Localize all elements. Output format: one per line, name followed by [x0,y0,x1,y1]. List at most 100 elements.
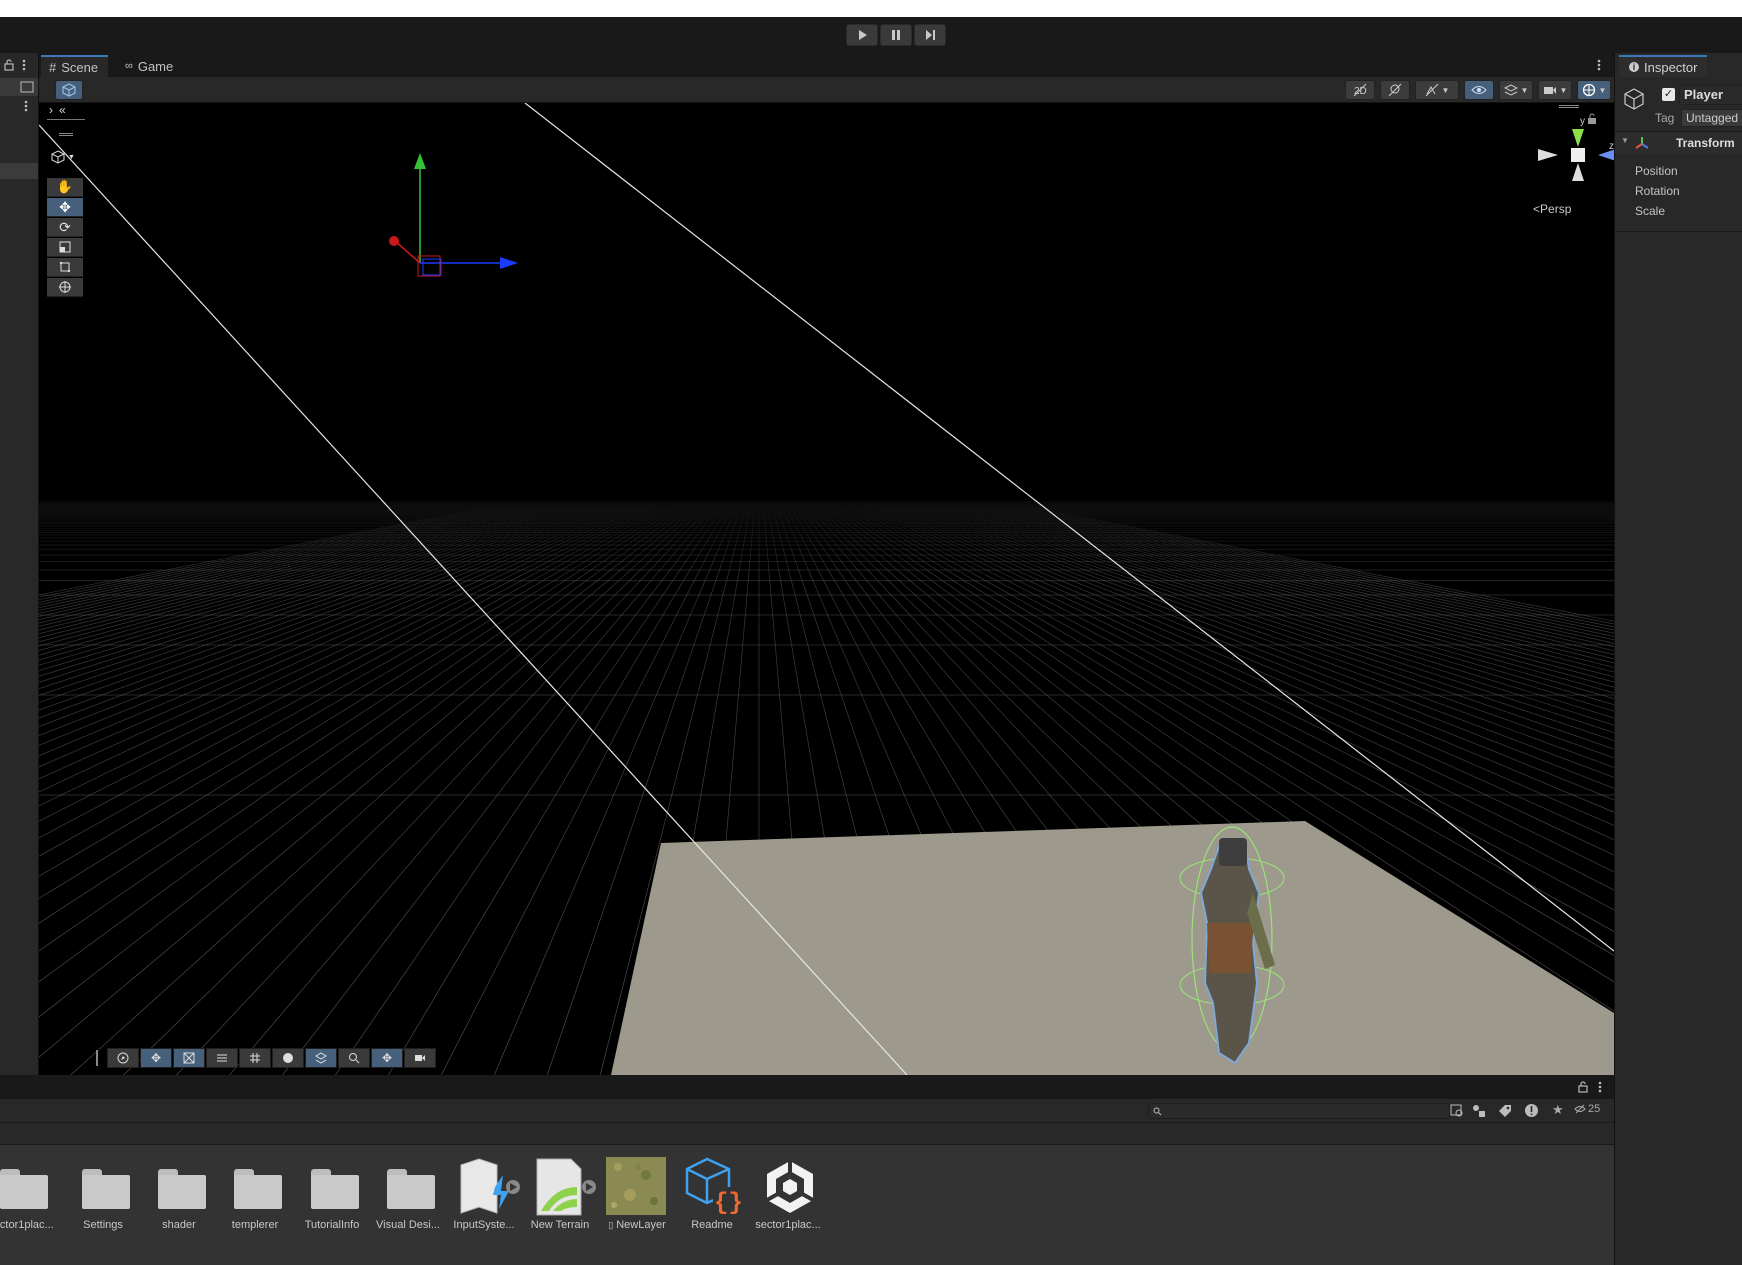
move-tool[interactable]: ✥ [47,198,83,217]
lock-icon[interactable] [4,59,14,71]
cube-icon [62,83,76,97]
tab-inspector[interactable]: i Inspector [1619,55,1708,77]
tool-settings-dropdown[interactable]: ▼ [51,149,81,165]
filter-by-label-icon[interactable] [1498,1104,1512,1118]
transform-tool[interactable] [47,278,83,297]
folder-icon [82,1169,130,1209]
gameobject-icon [1624,88,1644,110]
tab-game[interactable]: ∞ Game [117,55,183,77]
bottom-toolbar-handle[interactable] [96,1050,98,1066]
svg-text:{}: {} [714,1190,743,1217]
scale-icon [59,241,71,253]
axis-label-y: y [1580,116,1585,127]
orientation-gizmo[interactable]: y z [1528,111,1614,197]
view-mode-button[interactable] [55,80,83,100]
hand-tool[interactable]: ✋ [47,178,83,197]
layers-dropdown-button[interactable]: ▼ [1499,80,1533,100]
main-toolbar [0,17,1742,53]
folder-icon [0,1169,48,1209]
transform-header[interactable]: ▼ Transform [1615,132,1742,154]
tab-scene[interactable]: # Scene [41,55,109,77]
overlay-divider [47,119,85,120]
lock-icon[interactable] [1578,1081,1588,1093]
chevron-down-icon: ▼ [1559,85,1568,95]
filter-by-type-icon[interactable] [1472,1104,1486,1118]
asset-input-actions[interactable]: InputSyste... [449,1157,520,1233]
shading-tool[interactable] [272,1048,304,1068]
grid-snap-tool[interactable] [173,1048,205,1068]
chevron-down-icon: ▼ [1520,85,1529,95]
project-search-input[interactable] [1148,1103,1450,1119]
camera-tool[interactable] [404,1048,436,1068]
layers-tool[interactable] [305,1048,337,1068]
tag-dropdown[interactable]: Untagged [1681,109,1742,127]
transform-icon [59,281,71,293]
snap-icon [183,1052,195,1064]
more-menu-icon[interactable] [22,59,26,71]
move-gizmo[interactable] [389,153,518,277]
favorites-star-icon[interactable]: ★ [1552,1102,1564,1118]
scale-tool[interactable] [47,238,83,257]
drag-handle-icon[interactable] [59,133,73,136]
search-icon[interactable] [20,81,34,93]
hierarchy-row-selected[interactable] [0,163,38,179]
camera-dropdown-button[interactable]: ▼ [1538,80,1572,100]
hierarchy-more-icon[interactable] [24,100,28,112]
play-controls [846,24,946,46]
step-button[interactable] [914,24,946,46]
property-scale: Scale [1635,204,1666,218]
zoom-tool[interactable] [338,1048,370,1068]
object-name-field[interactable]: Player [1679,85,1742,105]
chevron-down-icon: ▼ [68,153,75,161]
navigate-tool[interactable] [107,1048,139,1068]
lighting-toggle-button[interactable] [1380,80,1410,100]
pause-button[interactable] [880,24,912,46]
grid-visibility-tool[interactable] [239,1048,271,1068]
asset-terrain[interactable]: New Terrain [525,1157,596,1233]
property-position: Position [1635,164,1678,178]
scene-tab-bar: # Scene ∞ Game [39,53,1614,77]
layers-icon [315,1052,327,1064]
asset-folder[interactable]: TutorialInfo [297,1157,367,1233]
top-bar [0,0,1742,17]
asset-unity-scene[interactable]: sector1plac... [753,1157,823,1233]
toggle-2d-button[interactable]: 2D [1345,80,1375,100]
visibility-toggle-button[interactable] [1464,80,1494,100]
warning-filter-icon[interactable] [1524,1103,1539,1118]
scene-viewport[interactable]: › « ▼ ✋ ✥ ⟳ y z <Persp ✥ ✥ [39,103,1614,1075]
scene-more-icon[interactable] [1597,59,1601,71]
component-title: Transform [1676,136,1735,150]
search-filter-icon[interactable] [1450,1104,1464,1118]
rect-tool[interactable] [47,258,83,277]
move-snap-tool[interactable]: ✥ [140,1048,172,1068]
asset-script[interactable]: {} Readme [677,1157,747,1233]
effects-off-icon [1425,83,1438,97]
svg-text:2D: 2D [1354,86,1367,97]
move-icon: ✥ [381,1051,393,1065]
active-checkbox[interactable]: ✓ [1662,88,1675,101]
overlay-toggle[interactable]: › « [49,103,89,119]
asset-folder[interactable]: Visual Desi... [373,1157,443,1233]
rotate-tool[interactable]: ⟳ [47,218,83,237]
rect-icon [59,261,71,273]
camera-icon [1543,87,1556,94]
asset-terrain-layer[interactable]: ▯ NewLayer [602,1157,672,1233]
hidden-packages-toggle[interactable]: 25 [1574,1103,1600,1115]
effects-dropdown-button[interactable]: ▼ [1415,80,1459,100]
asset-folder[interactable]: shader [144,1157,214,1233]
gizmo-lock-icon[interactable] [1587,113,1597,125]
asset-folder[interactable]: Settings [68,1157,138,1233]
play-button[interactable] [846,24,878,46]
pivot-tool[interactable]: ✥ [371,1048,403,1068]
folder-icon [387,1169,435,1209]
projection-toggle[interactable]: <Persp [1533,202,1571,216]
snap-settings-tool[interactable] [206,1048,238,1068]
unity-logo-icon [766,1161,814,1213]
eye-slash-icon [1574,1104,1586,1114]
asset-folder[interactable]: sector1plac... [0,1157,56,1233]
project-more-icon[interactable] [1598,1081,1602,1093]
gizmos-dropdown-button[interactable]: ▼ [1577,80,1611,100]
magnifier-icon [349,1053,360,1064]
gizmo-drag-handle[interactable] [1559,105,1579,108]
asset-folder[interactable]: templerer [220,1157,290,1233]
